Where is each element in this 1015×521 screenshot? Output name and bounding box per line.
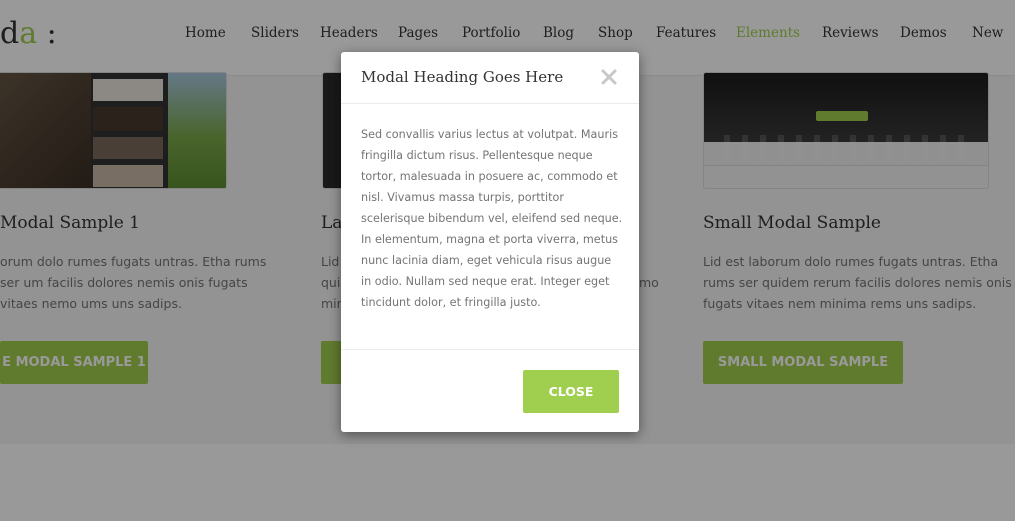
modal-body-text: Sed convallis varius lectus at volutpat.… [361,128,623,309]
modal-title: Modal Heading Goes Here [361,68,564,86]
modal-header: Modal Heading Goes Here [341,52,639,104]
modal-footer: CLOSE [341,349,639,432]
close-icon[interactable] [600,68,618,86]
close-button[interactable]: CLOSE [523,370,619,413]
modal-dialog: Modal Heading Goes Here Sed convallis va… [341,52,639,432]
